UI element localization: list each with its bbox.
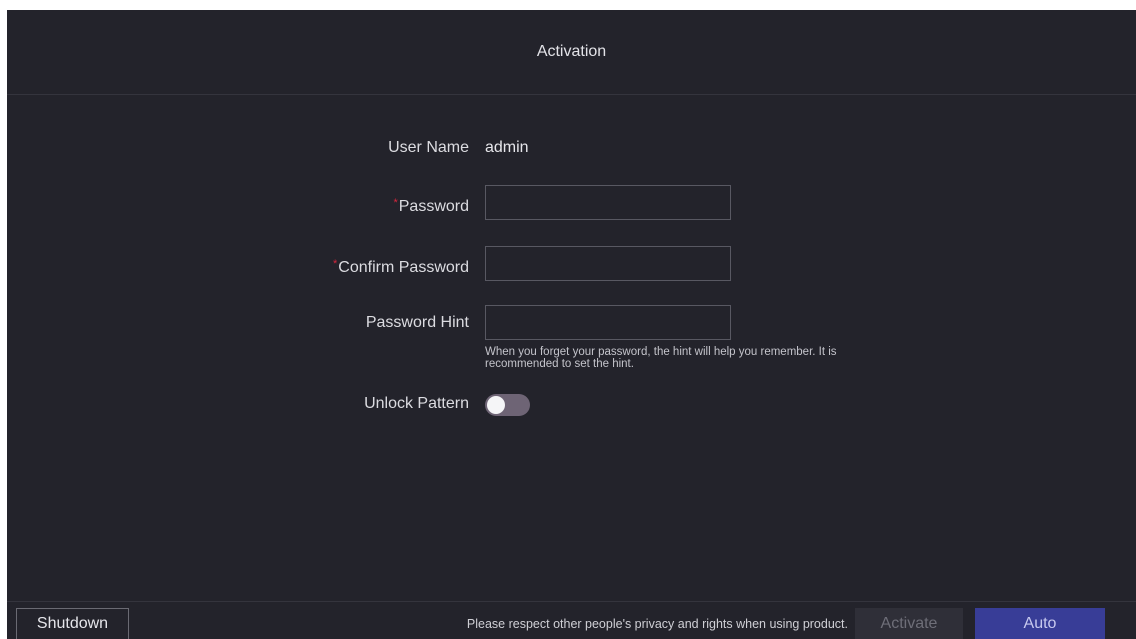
username-label: User Name [388, 139, 469, 156]
unlock-pattern-toggle[interactable] [485, 394, 530, 416]
unlock-pattern-label: Unlock Pattern [364, 395, 469, 412]
username-value: admin [485, 139, 529, 156]
auto-button[interactable]: Auto [975, 608, 1105, 639]
username-row: User Name admin [7, 130, 1136, 166]
toggle-knob [487, 396, 505, 414]
footer-bar: Shutdown Please respect other people's p… [7, 601, 1136, 639]
privacy-notice: Please respect other people's privacy an… [466, 617, 848, 631]
activation-window: Activation User Name admin *Password *Co… [7, 10, 1136, 639]
password-hint-help-text: When you forget your password, the hint … [485, 346, 837, 370]
confirm-password-input[interactable] [485, 246, 731, 281]
password-input[interactable] [485, 185, 731, 220]
password-label: *Password [393, 197, 469, 215]
password-hint-label: Password Hint [365, 314, 469, 331]
window-title: Activation [536, 43, 607, 60]
required-marker: * [333, 258, 338, 270]
confirm-password-row: *Confirm Password [7, 246, 1136, 282]
confirm-password-label: *Confirm Password [333, 258, 469, 276]
shutdown-button[interactable]: Shutdown [16, 608, 129, 639]
password-hint-row: Password Hint [7, 305, 1136, 341]
unlock-pattern-row: Unlock Pattern [7, 386, 1136, 422]
required-marker: * [393, 197, 398, 209]
password-hint-input[interactable] [485, 305, 731, 340]
title-bar: Activation [7, 10, 1136, 95]
activate-button[interactable]: Activate [855, 608, 963, 639]
password-row: *Password [7, 185, 1136, 221]
